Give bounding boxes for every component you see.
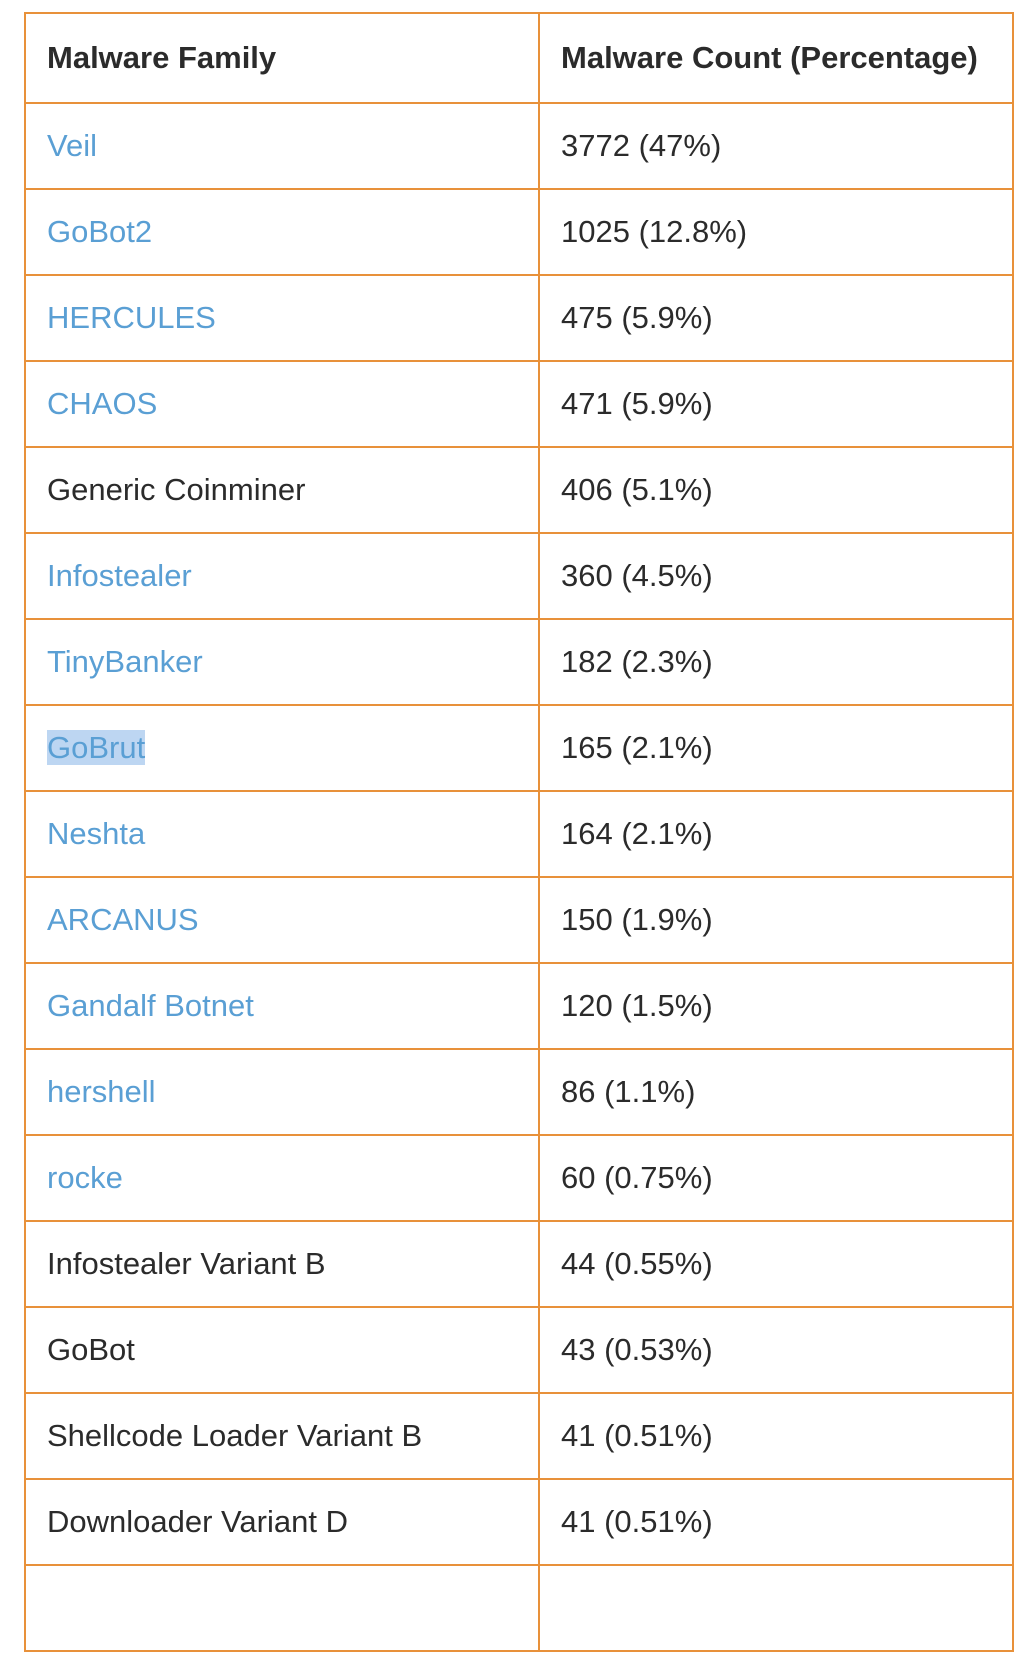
family-cell[interactable]: Infostealer — [24, 532, 540, 620]
count-cell: 41 (0.51%) — [538, 1392, 1014, 1480]
family-cell[interactable]: GoBrut — [24, 704, 540, 792]
family-cell[interactable]: ARCANUS — [24, 876, 540, 964]
malware-family-link[interactable]: TinyBanker — [47, 644, 203, 679]
table-row: hershell 86 (1.1%) — [24, 1048, 1014, 1136]
malware-family-link[interactable]: rocke — [47, 1160, 123, 1195]
family-cell: Downloader Variant D — [24, 1478, 540, 1566]
table-row: Generic Coinminer 406 (5.1%) — [24, 446, 1014, 534]
table-row: Neshta 164 (2.1%) — [24, 790, 1014, 878]
family-cell[interactable]: Neshta — [24, 790, 540, 878]
table-header-row: Malware Family Malware Count (Percentage… — [24, 12, 1014, 104]
malware-family-name: Generic Coinminer — [47, 472, 306, 507]
malware-table-container: Malware Family Malware Count (Percentage… — [24, 12, 1014, 1652]
malware-family-table: Malware Family Malware Count (Percentage… — [24, 12, 1014, 1652]
malware-family-link[interactable]: hershell — [47, 1074, 156, 1109]
family-cell[interactable]: TinyBanker — [24, 618, 540, 706]
header-malware-family: Malware Family — [24, 12, 540, 104]
count-cell: 182 (2.3%) — [538, 618, 1014, 706]
malware-family-link[interactable]: Infostealer — [47, 558, 192, 593]
family-cell: Generic Coinminer — [24, 446, 540, 534]
count-cell: 150 (1.9%) — [538, 876, 1014, 964]
malware-family-name: Shellcode Loader Variant B — [47, 1418, 423, 1453]
count-cell: 475 (5.9%) — [538, 274, 1014, 362]
table-row: Veil 3772 (47%) — [24, 102, 1014, 190]
family-cell — [24, 1564, 540, 1652]
family-cell[interactable]: hershell — [24, 1048, 540, 1136]
malware-family-link[interactable]: HERCULES — [47, 300, 216, 335]
family-cell: GoBot — [24, 1306, 540, 1394]
table-row: HERCULES 475 (5.9%) — [24, 274, 1014, 362]
malware-family-link[interactable]: Gandalf Botnet — [47, 988, 254, 1023]
family-cell: Infostealer Variant B — [24, 1220, 540, 1308]
table-row: ARCANUS 150 (1.9%) — [24, 876, 1014, 964]
family-cell[interactable]: Veil — [24, 102, 540, 190]
family-cell[interactable]: GoBot2 — [24, 188, 540, 276]
malware-family-link[interactable]: GoBrut — [47, 730, 146, 765]
family-cell: Shellcode Loader Variant B — [24, 1392, 540, 1480]
malware-family-name: Downloader Variant D — [47, 1504, 348, 1539]
family-cell[interactable]: CHAOS — [24, 360, 540, 448]
malware-family-name: GoBot — [47, 1332, 135, 1367]
malware-family-link[interactable]: Veil — [47, 128, 97, 163]
table-row: CHAOS 471 (5.9%) — [24, 360, 1014, 448]
table-row: Infostealer 360 (4.5%) — [24, 532, 1014, 620]
count-cell: 165 (2.1%) — [538, 704, 1014, 792]
count-cell: 86 (1.1%) — [538, 1048, 1014, 1136]
count-cell: 360 (4.5%) — [538, 532, 1014, 620]
malware-family-name: Infostealer Variant B — [47, 1246, 326, 1281]
count-cell: 44 (0.55%) — [538, 1220, 1014, 1308]
table-row: GoBrut 165 (2.1%) — [24, 704, 1014, 792]
table-body: Veil 3772 (47%) GoBot2 1025 (12.8%) HERCULES… — [24, 102, 1014, 1652]
count-cell: 60 (0.75%) — [538, 1134, 1014, 1222]
count-cell — [538, 1564, 1014, 1652]
count-cell: 43 (0.53%) — [538, 1306, 1014, 1394]
count-cell: 164 (2.1%) — [538, 790, 1014, 878]
header-malware-count: Malware Count (Percentage) — [538, 12, 1014, 104]
malware-family-link[interactable]: ARCANUS — [47, 902, 199, 937]
count-cell: 1025 (12.8%) — [538, 188, 1014, 276]
count-cell: 471 (5.9%) — [538, 360, 1014, 448]
family-cell[interactable]: Gandalf Botnet — [24, 962, 540, 1050]
table-row: Gandalf Botnet 120 (1.5%) — [24, 962, 1014, 1050]
table-row: Shellcode Loader Variant B 41 (0.51%) — [24, 1392, 1014, 1480]
family-cell[interactable]: rocke — [24, 1134, 540, 1222]
malware-family-link[interactable]: Neshta — [47, 816, 145, 851]
table-row: TinyBanker 182 (2.3%) — [24, 618, 1014, 706]
count-cell: 120 (1.5%) — [538, 962, 1014, 1050]
count-cell: 406 (5.1%) — [538, 446, 1014, 534]
count-cell: 3772 (47%) — [538, 102, 1014, 190]
table-row: GoBot2 1025 (12.8%) — [24, 188, 1014, 276]
table-row — [24, 1564, 1014, 1652]
table-row: Infostealer Variant B 44 (0.55%) — [24, 1220, 1014, 1308]
malware-family-link[interactable]: CHAOS — [47, 386, 157, 421]
family-cell[interactable]: HERCULES — [24, 274, 540, 362]
malware-family-link[interactable]: GoBot2 — [47, 214, 152, 249]
count-cell: 41 (0.51%) — [538, 1478, 1014, 1566]
table-row: rocke 60 (0.75%) — [24, 1134, 1014, 1222]
table-row: Downloader Variant D 41 (0.51%) — [24, 1478, 1014, 1566]
table-row: GoBot 43 (0.53%) — [24, 1306, 1014, 1394]
